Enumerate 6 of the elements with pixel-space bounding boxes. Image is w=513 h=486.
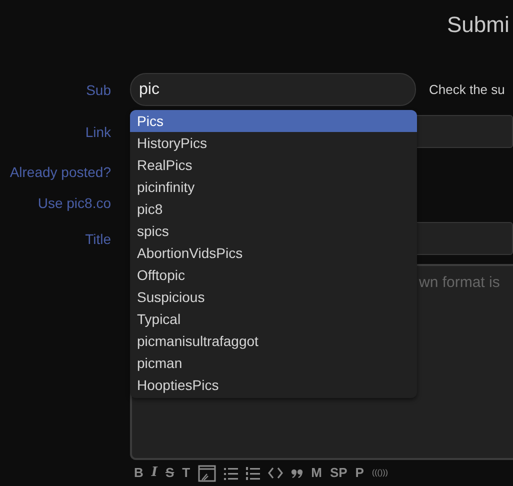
field-label: Title	[84, 230, 111, 246]
placeholder-text: wn format is	[419, 274, 500, 291]
help-text: Check the su	[429, 82, 505, 97]
field-label: Sub	[85, 82, 111, 98]
field-label: Link	[84, 124, 111, 140]
page-title: Submi	[447, 12, 510, 38]
